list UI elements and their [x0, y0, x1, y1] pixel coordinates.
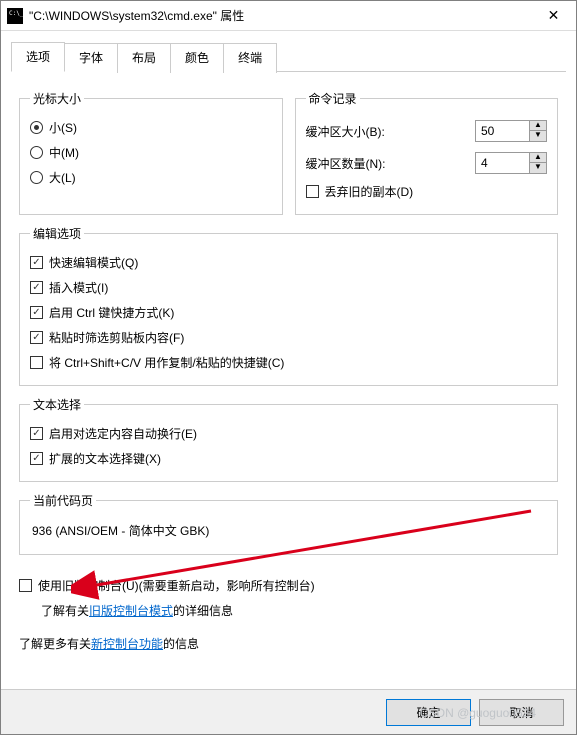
cursor-legend: 光标大小 — [30, 90, 84, 107]
buffer-count-input[interactable] — [475, 152, 530, 174]
legacy-mode-link[interactable]: 旧版控制台模式 — [89, 604, 173, 618]
tab-content: 光标大小 小(S) 中(M) 大(L) 命令记录 缓冲区大小(B): — [1, 72, 576, 555]
close-button[interactable]: ✕ — [531, 1, 576, 30]
insert-mode-checkbox[interactable]: 插入模式(I) — [30, 275, 547, 300]
titlebar: "C:\WINDOWS\system32\cmd.exe" 属性 ✕ — [1, 1, 576, 31]
checkbox-label: 将 Ctrl+Shift+C/V 用作复制/粘贴的快捷键(C) — [49, 354, 284, 371]
text-selection-group: 文本选择 启用对选定内容自动换行(E) 扩展的文本选择键(X) — [19, 396, 558, 482]
checkbox-icon — [30, 452, 43, 465]
checkbox-icon — [30, 281, 43, 294]
edit-options-group: 编辑选项 快速编辑模式(Q) 插入模式(I) 启用 Ctrl 键快捷方式(K) … — [19, 225, 558, 386]
radio-icon — [30, 146, 43, 159]
tab-layout[interactable]: 布局 — [118, 43, 171, 73]
properties-dialog: "C:\WINDOWS\system32\cmd.exe" 属性 ✕ 选项 字体… — [0, 0, 577, 735]
ctrl-shift-cv-checkbox[interactable]: 将 Ctrl+Shift+C/V 用作复制/粘贴的快捷键(C) — [30, 350, 547, 375]
cursor-small-radio[interactable]: 小(S) — [30, 115, 272, 140]
history-legend: 命令记录 — [306, 90, 360, 107]
bottom-section: 使用旧版控制台(U)(需要重新启动，影响所有控制台) 了解有关旧版控制台模式的详… — [1, 565, 576, 656]
spin-down-icon[interactable]: ▼ — [530, 131, 546, 141]
line-wrap-checkbox[interactable]: 启用对选定内容自动换行(E) — [30, 421, 547, 446]
checkbox-label: 快速编辑模式(Q) — [49, 254, 138, 271]
spin-down-icon[interactable]: ▼ — [530, 163, 546, 173]
command-history-group: 命令记录 缓冲区大小(B): ▲ ▼ 缓冲区数量(N): — [295, 90, 559, 215]
legacy-console-checkbox[interactable]: 使用旧版控制台(U)(需要重新启动，影响所有控制台) — [19, 573, 558, 598]
text-select-legend: 文本选择 — [30, 396, 84, 413]
checkbox-icon — [19, 579, 32, 592]
legacy-info-line: 了解有关旧版控制台模式的详细信息 — [19, 598, 558, 623]
ctrl-shortcuts-checkbox[interactable]: 启用 Ctrl 键快捷方式(K) — [30, 300, 547, 325]
checkbox-icon — [30, 256, 43, 269]
cursor-size-group: 光标大小 小(S) 中(M) 大(L) — [19, 90, 283, 215]
tab-terminal[interactable]: 终端 — [224, 43, 277, 73]
buffer-size-spinner[interactable]: ▲ ▼ — [475, 120, 547, 142]
radio-label: 中(M) — [49, 144, 79, 161]
radio-icon — [30, 171, 43, 184]
checkbox-icon — [30, 427, 43, 440]
buffer-count-label: 缓冲区数量(N): — [306, 155, 386, 172]
radio-label: 大(L) — [49, 169, 76, 186]
quick-edit-checkbox[interactable]: 快速编辑模式(Q) — [30, 250, 547, 275]
checkbox-icon — [30, 356, 43, 369]
checkbox-label: 扩展的文本选择键(X) — [49, 450, 161, 467]
checkbox-label: 使用旧版控制台(U)(需要重新启动，影响所有控制台) — [38, 577, 315, 594]
checkbox-label: 启用对选定内容自动换行(E) — [49, 425, 197, 442]
tab-font[interactable]: 字体 — [65, 43, 118, 73]
checkbox-label: 插入模式(I) — [49, 279, 108, 296]
cmd-icon — [7, 8, 23, 24]
codepage-value: 936 (ANSI/OEM - 简体中文 GBK) — [30, 517, 547, 544]
radio-icon — [30, 121, 43, 134]
checkbox-icon — [30, 331, 43, 344]
extended-keys-checkbox[interactable]: 扩展的文本选择键(X) — [30, 446, 547, 471]
edit-legend: 编辑选项 — [30, 225, 84, 242]
discard-old-checkbox[interactable]: 丢弃旧的副本(D) — [306, 179, 548, 204]
checkbox-icon — [306, 185, 319, 198]
new-console-link[interactable]: 新控制台功能 — [91, 637, 163, 651]
filter-clipboard-checkbox[interactable]: 粘贴时筛选剪贴板内容(F) — [30, 325, 547, 350]
tab-colors[interactable]: 颜色 — [171, 43, 224, 73]
checkbox-label: 启用 Ctrl 键快捷方式(K) — [49, 304, 174, 321]
cursor-large-radio[interactable]: 大(L) — [30, 165, 272, 190]
cursor-medium-radio[interactable]: 中(M) — [30, 140, 272, 165]
buffer-count-spinner[interactable]: ▲ ▼ — [475, 152, 547, 174]
buffer-size-input[interactable] — [475, 120, 530, 142]
checkbox-icon — [30, 306, 43, 319]
codepage-group: 当前代码页 936 (ANSI/OEM - 简体中文 GBK) — [19, 492, 558, 555]
radio-label: 小(S) — [49, 119, 77, 136]
more-info-line: 了解更多有关新控制台功能的信息 — [19, 631, 558, 656]
codepage-legend: 当前代码页 — [30, 492, 96, 509]
window-title: "C:\WINDOWS\system32\cmd.exe" 属性 — [29, 7, 531, 24]
checkbox-label: 粘贴时筛选剪贴板内容(F) — [49, 329, 184, 346]
watermark-text: CSDN @guoguo0524 — [420, 706, 536, 720]
tab-options[interactable]: 选项 — [11, 42, 65, 72]
buffer-size-label: 缓冲区大小(B): — [306, 123, 385, 140]
tab-strip: 选项 字体 布局 颜色 终端 — [11, 41, 566, 72]
checkbox-label: 丢弃旧的副本(D) — [325, 183, 414, 200]
